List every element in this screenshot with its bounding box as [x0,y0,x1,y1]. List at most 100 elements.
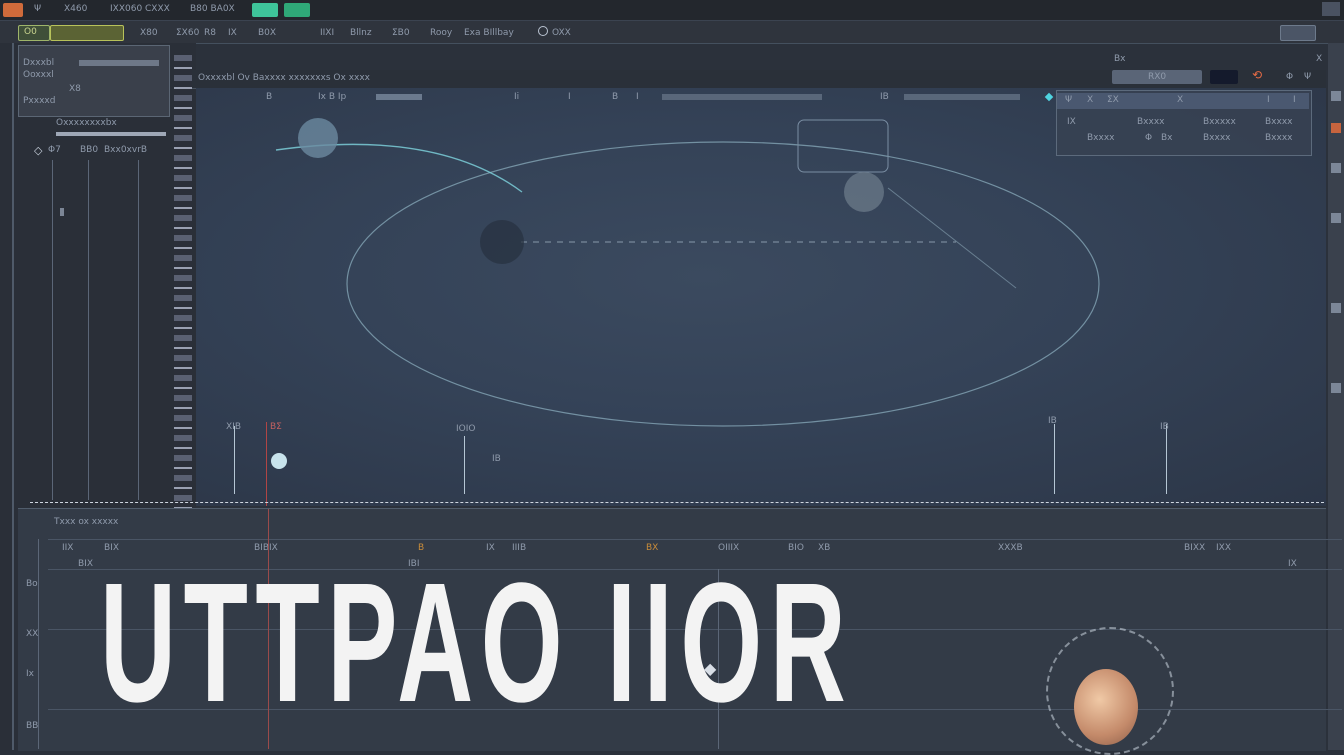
marker-label-2: BΣ [270,422,282,432]
control-label-4[interactable]: X [1316,54,1322,64]
toolbar-item-3[interactable]: IX [228,28,237,38]
overlay-r0-0[interactable]: Ψ [1065,95,1072,105]
left-guide-1 [52,160,53,500]
handle-dot [271,453,287,469]
menu-item-1[interactable]: Ψ [34,4,41,14]
ruler-bar-3 [904,94,1020,100]
toolbar-right-button[interactable] [1280,25,1316,41]
orbit-ellipse [346,141,1100,427]
control-label-1[interactable]: RX0 [1148,72,1166,82]
app-logo-icon[interactable] [3,3,23,17]
left-label-8: Bxx0xvrB [104,145,148,155]
title-overlay: UTTPAO IIOR [100,548,854,738]
overlay-r1-3: Bxxxx [1265,117,1293,127]
side-label-3: BB [26,721,39,731]
menu-item-2[interactable]: X460 [64,4,87,14]
right-tool-5[interactable] [1331,303,1341,313]
toolbar-yellow-field[interactable] [50,25,124,41]
control-label-2[interactable]: Φ [1286,72,1293,82]
panel-row-2: Ooxxxl [23,70,54,80]
left-lock-icon[interactable] [60,208,64,216]
panel-row-1: Dxxxbl [23,58,55,68]
overlay-r2-2: Bx [1161,133,1173,143]
overlay-r0-1[interactable]: X [1087,95,1093,105]
menu-item-3[interactable]: IXX060 CXXX [110,4,170,14]
rotate-icon[interactable]: ⟲ [1252,68,1262,82]
marker-label-6: IB [1160,422,1169,432]
tick-11[interactable]: BIXX [1184,543,1205,553]
marker-line-3 [464,436,465,494]
overlay-r0-3[interactable]: X [1177,95,1183,105]
overlay-r0-5[interactable]: I [1293,95,1296,105]
timeline-guide-1 [38,539,39,749]
right-tool-2[interactable] [1331,123,1341,133]
ruler-label-6: IB [880,92,889,102]
left-label-7: BB0 [80,145,99,155]
toolbar-item-0[interactable]: X80 [140,28,158,38]
toolbar-item-1[interactable]: ΣX60 [176,28,199,38]
record-icon[interactable] [538,26,548,36]
right-tool-1[interactable] [1331,91,1341,101]
control-dark-box[interactable] [1210,70,1238,84]
ruler-label-2: Ii [514,92,520,102]
side-label-1: XX [26,629,39,639]
left-label-5: Oxxxxxxxxbx [56,118,117,128]
left-divider [12,43,14,750]
overlay-r0-4[interactable]: I [1267,95,1270,105]
toolbar-item-7[interactable]: ΣB0 [392,28,410,38]
right-tool-4[interactable] [1331,213,1341,223]
toolbar-item-8[interactable]: Rooy [430,28,452,38]
side-label-0: Bo [26,579,38,589]
right-tool-3[interactable] [1331,163,1341,173]
left-guide-3 [138,160,139,500]
side-label-2: Ix [26,669,34,679]
right-tool-6[interactable] [1331,383,1341,393]
shadow-sphere [480,220,524,264]
playhead-marker[interactable] [266,422,267,506]
marker-label-1: XIB [226,422,241,432]
toolbar-item-10[interactable]: OXX [552,28,571,38]
panel-row-4: Pxxxxd [23,96,56,106]
tick-10[interactable]: XXXB [998,543,1023,553]
ruler-bar-1 [376,94,422,100]
toolbar-item-9[interactable]: Exa BIllbay [464,28,514,38]
toolbar-item-4[interactable]: B0X [258,28,276,38]
overlay-r0-2[interactable]: ΣX [1107,95,1119,105]
timeline-ruler[interactable] [30,496,1324,503]
ruler-label-5: I [636,92,639,102]
active-tab-green-1[interactable] [252,3,278,17]
toolbar: O0 X80 ΣX60 R8 IX B0X IIXI Bllnz ΣB0 Roo… [0,21,1344,44]
overlay-r2-4: Bxxxx [1265,133,1293,143]
tick-13[interactable]: BIX [78,559,93,569]
toolbar-item-2[interactable]: R8 [204,28,216,38]
cyan-marker-icon[interactable] [1044,92,1054,102]
ruler-label-0: B [266,92,273,102]
light-sphere [298,118,338,158]
toolbar-item-5[interactable]: IIXI [320,28,334,38]
timeline-header: Txxx ox xxxxx [54,517,119,527]
marker-label-5: IB [1048,416,1057,426]
menu-item-4[interactable]: B80 BA0X [190,4,235,14]
panel-row-3: X8 [69,84,81,94]
ruler-label-1: Ix B Ip [318,92,347,102]
active-tab-green-2[interactable] [284,3,310,17]
toolbar-item-6[interactable]: Bllnz [350,28,372,38]
viewport-controls: Bx RX0 ⟲ Φ Ψ X [1110,52,1324,86]
close-icon[interactable] [1322,2,1340,16]
overlay-r2-0: Bxxxx [1087,133,1115,143]
tick-15[interactable]: IX [1288,559,1297,569]
overlay-r1-2: Bxxxxx [1203,117,1236,127]
left-properties-panel: Dxxxbl Ooxxxl X8 Pxxxxd [18,45,170,117]
overlay-r1-1: Bxxxx [1137,117,1165,127]
right-toolstrip [1328,43,1344,750]
tick-12[interactable]: IXX [1216,543,1231,553]
marker-label-4: IB [492,454,501,464]
control-label-0[interactable]: Bx [1114,54,1126,64]
control-label-3[interactable]: Ψ [1304,72,1311,82]
tick-0[interactable]: IIX [62,543,73,553]
panel-slider[interactable] [79,60,159,66]
diamond-icon[interactable]: ◇ [34,144,42,157]
toolbar-left-label[interactable]: O0 [24,27,37,37]
overlay-r2-1: Φ [1145,133,1153,143]
menu-bar: Ψ X460 IXX060 CXXX B80 BA0X [0,0,1344,21]
